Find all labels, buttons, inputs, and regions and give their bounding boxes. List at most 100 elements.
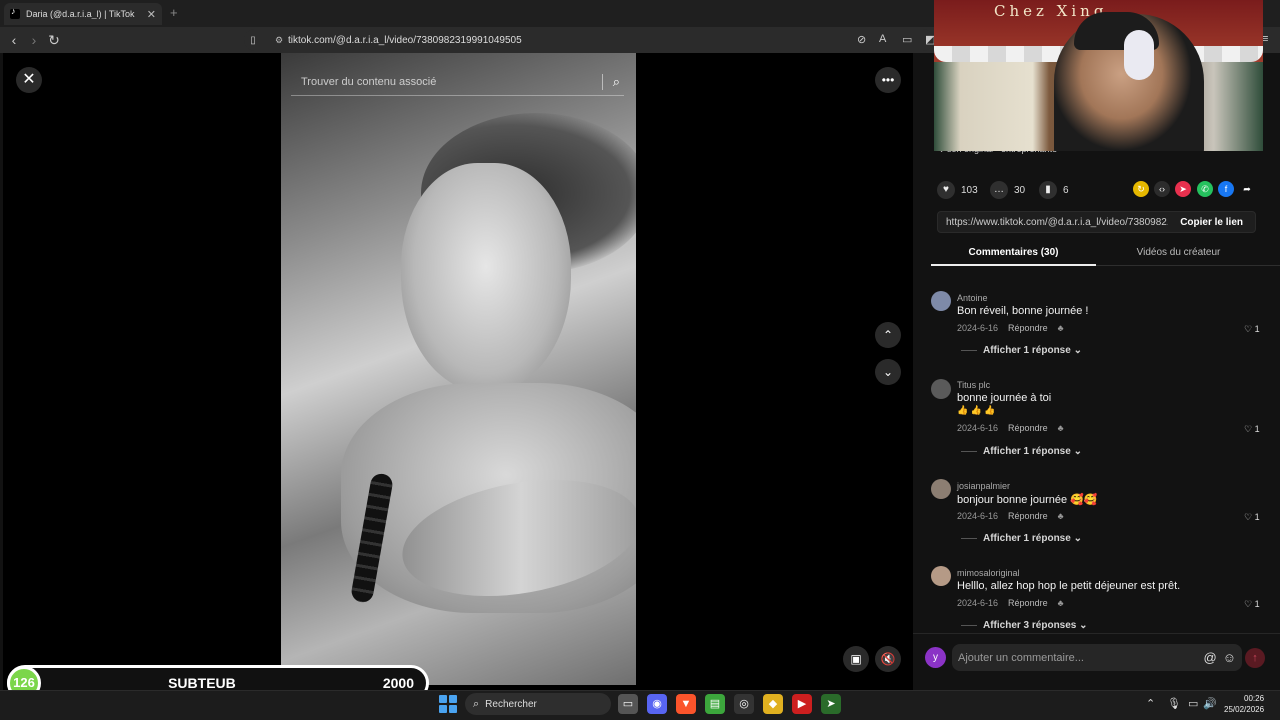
comment-like-count: 1 <box>1254 424 1260 434</box>
taskbar-search[interactable]: ⌕ Rechercher <box>465 693 611 715</box>
reader-icon[interactable]: ▭ <box>902 33 912 46</box>
taskbar-search-label: Rechercher <box>485 698 537 710</box>
forward-icon[interactable]: › <box>25 31 43 49</box>
webcam-overlay: Chez Xing <box>934 0 1263 151</box>
show-replies-button[interactable]: Afficher 1 réponse ⌄ <box>961 345 1082 356</box>
show-replies-label: Afficher 1 réponse <box>983 345 1071 356</box>
comment-action[interactable]: … 30 <box>990 181 1025 199</box>
tray-chevron-icon[interactable]: ⌃ <box>1146 697 1155 710</box>
save-count: 6 <box>1063 184 1069 196</box>
video-player[interactable] <box>281 53 636 685</box>
media-player-icon[interactable]: ▶ <box>792 694 812 714</box>
comment-like[interactable]: ♡ 1 <box>1244 512 1260 523</box>
comment-like[interactable]: ♡ 1 <box>1244 424 1260 435</box>
comment-username[interactable]: josianpalmier <box>957 481 1010 491</box>
avatar[interactable] <box>931 379 951 399</box>
comment-date: 2024-6-16 <box>957 511 999 521</box>
comment-like[interactable]: ♡ 1 <box>1244 599 1260 610</box>
comment-text-line-2: 👍 👍 👍 <box>957 405 996 415</box>
reply-button[interactable]: Répondre <box>1008 323 1048 333</box>
facebook-icon[interactable]: f <box>1218 181 1234 197</box>
windows-start-icon[interactable] <box>439 695 457 713</box>
related-search-input[interactable]: Trouver du contenu associé ⌕ <box>291 68 624 96</box>
avatar[interactable] <box>931 566 951 586</box>
system-clock[interactable]: 00:26 25/02/2026 <box>1224 693 1264 715</box>
mute-button[interactable]: 🔇 <box>875 646 901 672</box>
comment-text: Helllo, allez hop hop le petit déjeuner … <box>957 580 1181 592</box>
comment-meta: 2024-6-16 Répondre ♣ <box>957 423 1063 433</box>
avatar[interactable] <box>931 479 951 499</box>
more-options-button[interactable]: ••• <box>875 67 901 93</box>
bluestacks-icon[interactable]: ◆ <box>763 694 783 714</box>
next-video-button[interactable]: ⌄ <box>875 359 901 385</box>
show-replies-button[interactable]: Afficher 1 réponse ⌄ <box>961 446 1082 457</box>
reply-button[interactable]: Répondre <box>1008 423 1048 433</box>
copy-link-button[interactable]: Copier le lien <box>1168 217 1255 228</box>
volume-icon[interactable]: 🔊 <box>1203 697 1217 710</box>
comment-input[interactable]: Ajouter un commentaire... @ ☺ <box>952 644 1242 671</box>
clock-date: 25/02/2026 <box>1224 705 1265 714</box>
brave-browser-icon[interactable]: ▼ <box>676 694 696 714</box>
previous-video-button[interactable]: ⌃ <box>875 322 901 348</box>
search-icon: ⌕ <box>473 697 480 710</box>
discord-icon[interactable]: ◉ <box>647 694 667 714</box>
bookmark-icon[interactable]: ▯ <box>244 35 262 46</box>
share-link-field[interactable]: https://www.tiktok.com/@d.a.r.i.a_l/vide… <box>937 211 1256 233</box>
comment-like-count: 1 <box>1254 512 1260 522</box>
back-icon[interactable]: ‹ <box>5 31 23 49</box>
heart-icon[interactable]: ♥ <box>937 181 955 199</box>
mention-icon[interactable]: @ <box>1204 650 1217 665</box>
like-action[interactable]: ♥ 103 <box>937 181 978 199</box>
show-replies-button[interactable]: Afficher 1 réponse ⌄ <box>961 533 1082 544</box>
show-replies-button[interactable]: Afficher 3 réponses ⌄ <box>961 620 1088 631</box>
sub-goal-target: 2000 <box>382 675 414 691</box>
notes-app-icon[interactable]: ▤ <box>705 694 725 714</box>
show-replies-label: Afficher 3 réponses <box>983 620 1077 631</box>
repost-icon[interactable]: ↻ <box>1133 181 1149 197</box>
address-bar[interactable]: ▯ ⚙ tiktok.com/@d.a.r.i.a_l/video/738098… <box>244 29 934 51</box>
close-tab-icon[interactable]: ✕ <box>147 8 156 21</box>
translate-icon[interactable]: A <box>879 33 886 45</box>
browser-tab[interactable]: Daria (@d.a.r.i.a_l) | TikTok ✕ <box>4 3 162 25</box>
avatar[interactable] <box>931 291 951 311</box>
send-icon[interactable]: ➤ <box>1175 181 1191 197</box>
comment-date: 2024-6-16 <box>957 323 999 333</box>
comment-username[interactable]: mimosaloriginal <box>957 568 1020 578</box>
comment-text: bonjour bonne journée 🥰🥰 <box>957 494 1098 506</box>
file-explorer-icon[interactable]: ▭ <box>618 694 638 714</box>
replies-dash <box>961 350 977 351</box>
tab-comments[interactable]: Commentaires (30) <box>931 247 1096 258</box>
user-avatar[interactable]: y <box>925 647 946 668</box>
save-action[interactable]: ▮ 6 <box>1039 181 1069 199</box>
comment-count: 30 <box>1014 184 1026 196</box>
embed-icon[interactable]: ‹› <box>1154 181 1170 197</box>
microphone-icon[interactable]: 🎙 <box>1167 697 1181 710</box>
launcher-app-icon[interactable]: ➤ <box>821 694 841 714</box>
comment-username[interactable]: Antoine <box>957 293 988 303</box>
post-comment-button[interactable]: ↑ <box>1245 648 1265 668</box>
reload-icon[interactable]: ↻ <box>45 31 63 49</box>
comment-like[interactable]: ♡ 1 <box>1244 324 1260 335</box>
search-icon[interactable]: ⌕ <box>613 74 620 90</box>
share-arrow-icon[interactable]: ➦ <box>1239 181 1255 197</box>
comment-date: 2024-6-16 <box>957 598 999 608</box>
no-tracking-icon[interactable]: ⊘ <box>857 33 866 46</box>
comment-username[interactable]: Titus plc <box>957 380 990 390</box>
comment-like-count: 1 <box>1254 599 1260 609</box>
site-info-icon[interactable]: ⚙ <box>270 35 288 46</box>
emoji-icon[interactable]: ☺ <box>1223 650 1236 665</box>
close-video-button[interactable]: ✕ <box>16 67 42 93</box>
tab-creator-videos[interactable]: Vidéos du créateur <box>1096 247 1261 258</box>
reply-button[interactable]: Répondre <box>1008 598 1048 608</box>
bookmark-icon[interactable]: ▮ <box>1039 181 1057 199</box>
comment-meta: 2024-6-16 Répondre ♣ <box>957 598 1063 608</box>
whatsapp-icon[interactable]: ✆ <box>1197 181 1213 197</box>
reply-button[interactable]: Répondre <box>1008 511 1048 521</box>
new-tab-icon[interactable]: + <box>170 5 178 20</box>
comment-icon[interactable]: … <box>990 181 1008 199</box>
obs-icon[interactable]: ◎ <box>734 694 754 714</box>
network-icon[interactable]: ▭ <box>1188 697 1198 710</box>
floating-player-button[interactable]: ▣ <box>843 646 869 672</box>
video-frame-face <box>401 163 571 393</box>
clock-time: 00:26 <box>1244 694 1265 703</box>
